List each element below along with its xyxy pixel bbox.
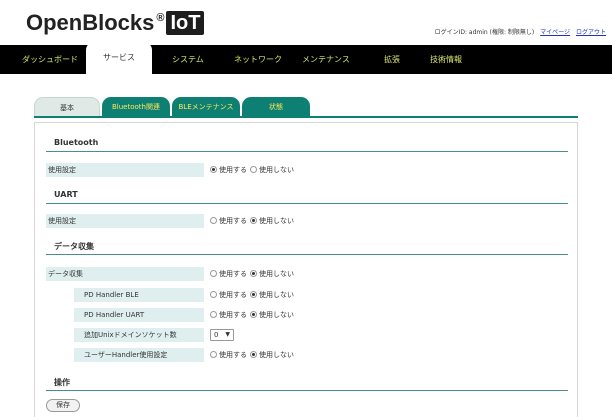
radio-selected-icon[interactable] — [250, 269, 257, 277]
save-button[interactable]: 保存 — [46, 399, 80, 412]
row-label-bluetooth-use: 使用設定 — [46, 163, 204, 177]
radio-option-nouse[interactable]: 使用しない — [250, 165, 294, 174]
radio-option-nouse[interactable]: 使用しない — [250, 290, 294, 299]
radio-unselected-icon[interactable] — [210, 290, 217, 298]
nav-extension[interactable]: 拡張 — [384, 45, 400, 74]
radio-group-bluetooth: 使用する 使用しない — [210, 163, 297, 177]
radio-selected-icon[interactable] — [250, 350, 257, 358]
radio-unselected-icon[interactable] — [210, 269, 217, 277]
logo: OpenBlocks ® IoT — [26, 10, 205, 36]
radio-unselected-icon[interactable] — [250, 165, 257, 173]
radio-option-use[interactable]: 使用する — [210, 269, 247, 278]
radio-option-use[interactable]: 使用する — [210, 290, 247, 299]
radio-selected-icon[interactable] — [250, 216, 257, 224]
radio-selected-icon[interactable] — [210, 165, 217, 173]
radio-group-datacollect: 使用する 使用しない — [210, 267, 297, 281]
row-label-datacollect: データ収集 — [46, 267, 204, 281]
row-label-pd-ble: PD Handler BLE — [74, 288, 204, 302]
section-title-uart: UART — [54, 190, 78, 199]
chevron-down-icon: ▼ — [225, 331, 230, 338]
radio-group-pd-ble: 使用する 使用しない — [210, 288, 297, 302]
nav-maintenance[interactable]: メンテナンス — [302, 45, 350, 74]
radio-unselected-icon[interactable] — [210, 310, 217, 318]
section-rule — [46, 254, 568, 255]
radio-unselected-icon[interactable] — [210, 216, 217, 224]
logo-badge: IoT — [166, 11, 205, 35]
row-label-unix-socket-count: 追加Unixドメインソケット数 — [74, 328, 204, 342]
nav-system[interactable]: システム — [172, 45, 204, 74]
tab-basic[interactable]: 基本 — [34, 97, 100, 117]
section-rule — [46, 203, 568, 204]
user-info: ログインID: admin (権限: 制限無し) マイページ ログアウト — [435, 27, 606, 36]
radio-option-use[interactable]: 使用する — [210, 310, 247, 319]
select-value: 0 — [214, 331, 219, 339]
radio-option-use[interactable]: 使用する — [210, 216, 247, 225]
radio-option-use[interactable]: 使用する — [210, 350, 247, 359]
section-rule — [46, 151, 568, 152]
section-rule — [46, 390, 568, 391]
nav-techinfo[interactable]: 技術情報 — [430, 45, 462, 74]
row-label-user-handler: ユーザーHandler使用設定 — [74, 348, 204, 362]
radio-option-nouse[interactable]: 使用しない — [250, 269, 294, 278]
radio-group-uart: 使用する 使用しない — [210, 214, 297, 228]
row-label-pd-uart: PD Handler UART — [74, 308, 204, 322]
radio-option-nouse[interactable]: 使用しない — [250, 216, 294, 225]
unix-socket-count-select[interactable]: 0 ▼ — [210, 329, 234, 341]
tab-underline — [34, 116, 578, 118]
logout-link[interactable]: ログアウト — [576, 29, 606, 36]
nav-dashboard[interactable]: ダッシュボード — [22, 45, 78, 74]
login-label: ログインID: admin (権限: 制限無し) — [434, 29, 535, 36]
radio-group-user-handler: 使用する 使用しない — [210, 348, 297, 362]
tab-ble-maintenance[interactable]: BLEメンテナンス — [172, 97, 240, 117]
nav-service[interactable]: サービス — [86, 42, 152, 74]
radio-option-nouse[interactable]: 使用しない — [250, 310, 294, 319]
nav-network[interactable]: ネットワーク — [234, 45, 282, 74]
tab-status[interactable]: 状態 — [242, 97, 310, 117]
row-label-uart-use: 使用設定 — [46, 214, 204, 228]
section-title-datacollect: データ収集 — [54, 242, 94, 251]
radio-option-nouse[interactable]: 使用しない — [250, 350, 294, 359]
radio-selected-icon[interactable] — [250, 290, 257, 298]
radio-selected-icon[interactable] — [250, 310, 257, 318]
header: OpenBlocks ® IoT ログインID: admin (権限: 制限無し) … — [0, 0, 612, 42]
radio-unselected-icon[interactable] — [210, 350, 217, 358]
main-nav: ダッシュボード サービス システム ネットワーク メンテナンス 拡張 技術情報 — [0, 42, 612, 74]
section-title-ops: 操作 — [54, 378, 70, 387]
logo-reg-mark: ® — [156, 12, 165, 24]
logo-text: OpenBlocks — [26, 10, 155, 35]
mypage-link[interactable]: マイページ — [540, 29, 570, 36]
section-title-bluetooth: Bluetooth — [54, 138, 99, 147]
radio-option-use[interactable]: 使用する — [210, 165, 247, 174]
tab-bluetooth[interactable]: Bluetooth関連 — [102, 97, 170, 117]
radio-group-pd-uart: 使用する 使用しない — [210, 308, 297, 322]
